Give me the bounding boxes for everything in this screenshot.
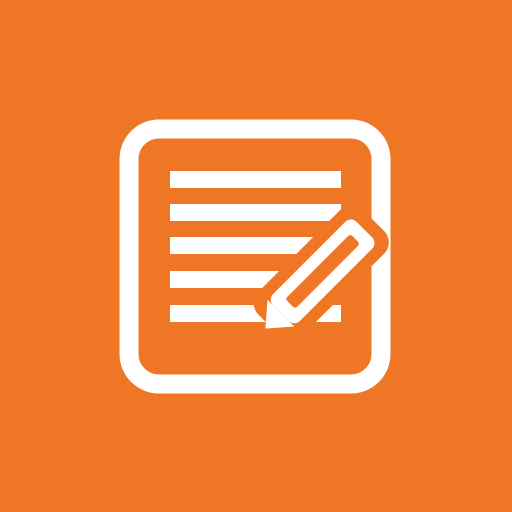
app-icon-tile[interactable] (0, 0, 512, 512)
text-line-1 (170, 171, 341, 188)
notes-edit-icon (119, 119, 391, 394)
text-line-2 (170, 204, 341, 221)
